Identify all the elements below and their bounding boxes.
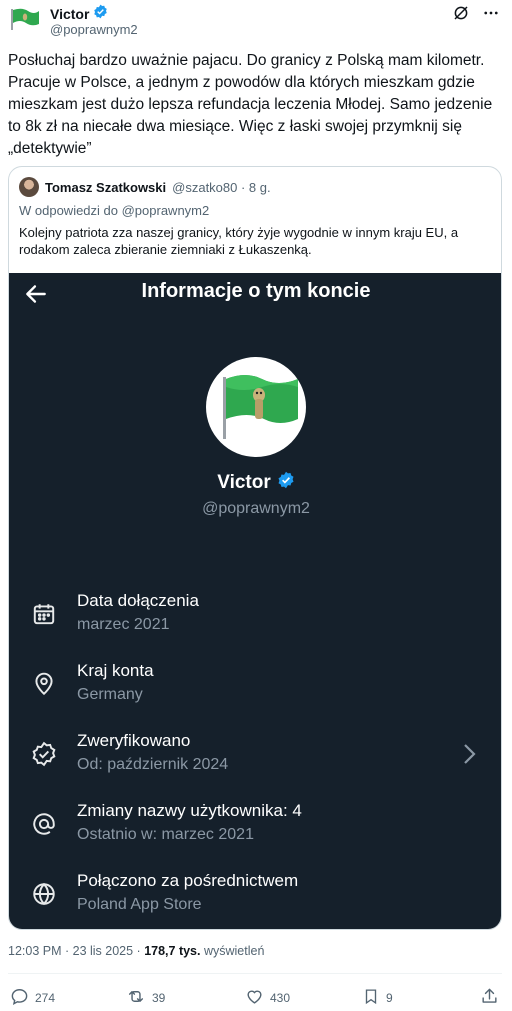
chevron-right-icon [461, 741, 477, 772]
account-name: Victor [217, 471, 271, 493]
more-options-icon[interactable] [482, 4, 500, 27]
repost-button[interactable]: 39 [126, 987, 165, 1009]
quoted-tweet[interactable]: Tomasz Szatkowski @szatko80 · 8 g. W odp… [8, 166, 502, 930]
info-sub: marzec 2021 [77, 616, 170, 633]
info-title: Połączono za pośrednictwem [77, 871, 299, 890]
quote-author-name: Tomasz Szatkowski [45, 179, 167, 195]
verified-badge-icon [93, 4, 108, 24]
info-sub: Ostatnio w: marzec 2021 [77, 826, 254, 843]
tweet-header: Victor @poprawnym2 [10, 2, 502, 38]
reply-button[interactable]: 274 [10, 987, 55, 1009]
time-date[interactable]: 12:03 PM · 23 lis 2025 · [8, 944, 144, 958]
account-info-screenshot: Informacje o tym koncie Victor @poprawny… [9, 273, 501, 929]
info-title: Data dołączenia [77, 591, 199, 610]
reply-count: 274 [35, 991, 56, 1005]
repost-count: 39 [152, 991, 166, 1005]
info-row-verified: Zweryfikowano Od: październik 2024 [9, 729, 501, 781]
author-name[interactable]: Victor [50, 6, 89, 22]
info-sub: Poland App Store [77, 896, 202, 913]
info-sub: Od: październik 2024 [77, 756, 229, 773]
repost-icon [126, 987, 146, 1009]
quote-reply-to: W odpowiedzi do @poprawnym2 [19, 203, 210, 218]
quote-avatar [19, 177, 39, 197]
verified-badge-icon [277, 471, 295, 494]
info-title: Zweryfikowano [77, 731, 191, 750]
views-count: 178,7 tys. [144, 944, 201, 958]
account-info-title: Informacje o tym koncie [141, 280, 371, 302]
location-pin-icon [31, 671, 57, 697]
info-row-country: Kraj konta Germany [9, 659, 501, 711]
info-row-connected-via: Połączono za pośrednictwem Poland App St… [9, 869, 501, 921]
share-button[interactable] [480, 987, 499, 1009]
info-row-username-changes: Zmiany nazwy użytkownika: 4 Ostatnio w: … [9, 799, 501, 851]
info-title: Zmiany nazwy użytkownika: 4 [77, 801, 302, 820]
quote-text: Kolejny patriota zza naszej granicy, któ… [19, 225, 459, 257]
info-sub: Germany [77, 686, 143, 703]
verified-badge-icon [31, 741, 57, 767]
action-bar: 274 39 430 9 [8, 987, 502, 1009]
tweet-text: Posłuchaj bardzo uważnie pajacu. Do gran… [8, 52, 493, 157]
info-title: Kraj konta [77, 661, 154, 680]
calendar-icon [31, 601, 57, 627]
quote-author-meta: @szatko80 · 8 g. [172, 179, 271, 195]
author-handle[interactable]: @poprawnym2 [50, 22, 138, 37]
share-icon [480, 987, 499, 1009]
bookmark-button[interactable]: 9 [362, 987, 393, 1009]
grok-icon[interactable] [452, 4, 470, 27]
bookmark-icon [362, 987, 380, 1009]
reply-icon [10, 987, 29, 1009]
account-avatar [206, 357, 306, 457]
tweet-timestamp: 12:03 PM · 23 lis 2025 · 178,7 tys. wyśw… [8, 944, 264, 958]
avatar[interactable] [10, 8, 40, 30]
globe-icon [31, 881, 57, 907]
bookmark-count: 9 [386, 991, 393, 1005]
at-sign-icon [31, 811, 57, 837]
divider [8, 973, 502, 974]
info-row-joined: Data dołączenia marzec 2021 [9, 589, 501, 641]
like-count: 430 [270, 991, 291, 1005]
views-label: wyświetleń [200, 944, 265, 958]
account-handle: @poprawnym2 [202, 500, 310, 517]
heart-icon [245, 987, 264, 1009]
like-button[interactable]: 430 [245, 987, 290, 1009]
